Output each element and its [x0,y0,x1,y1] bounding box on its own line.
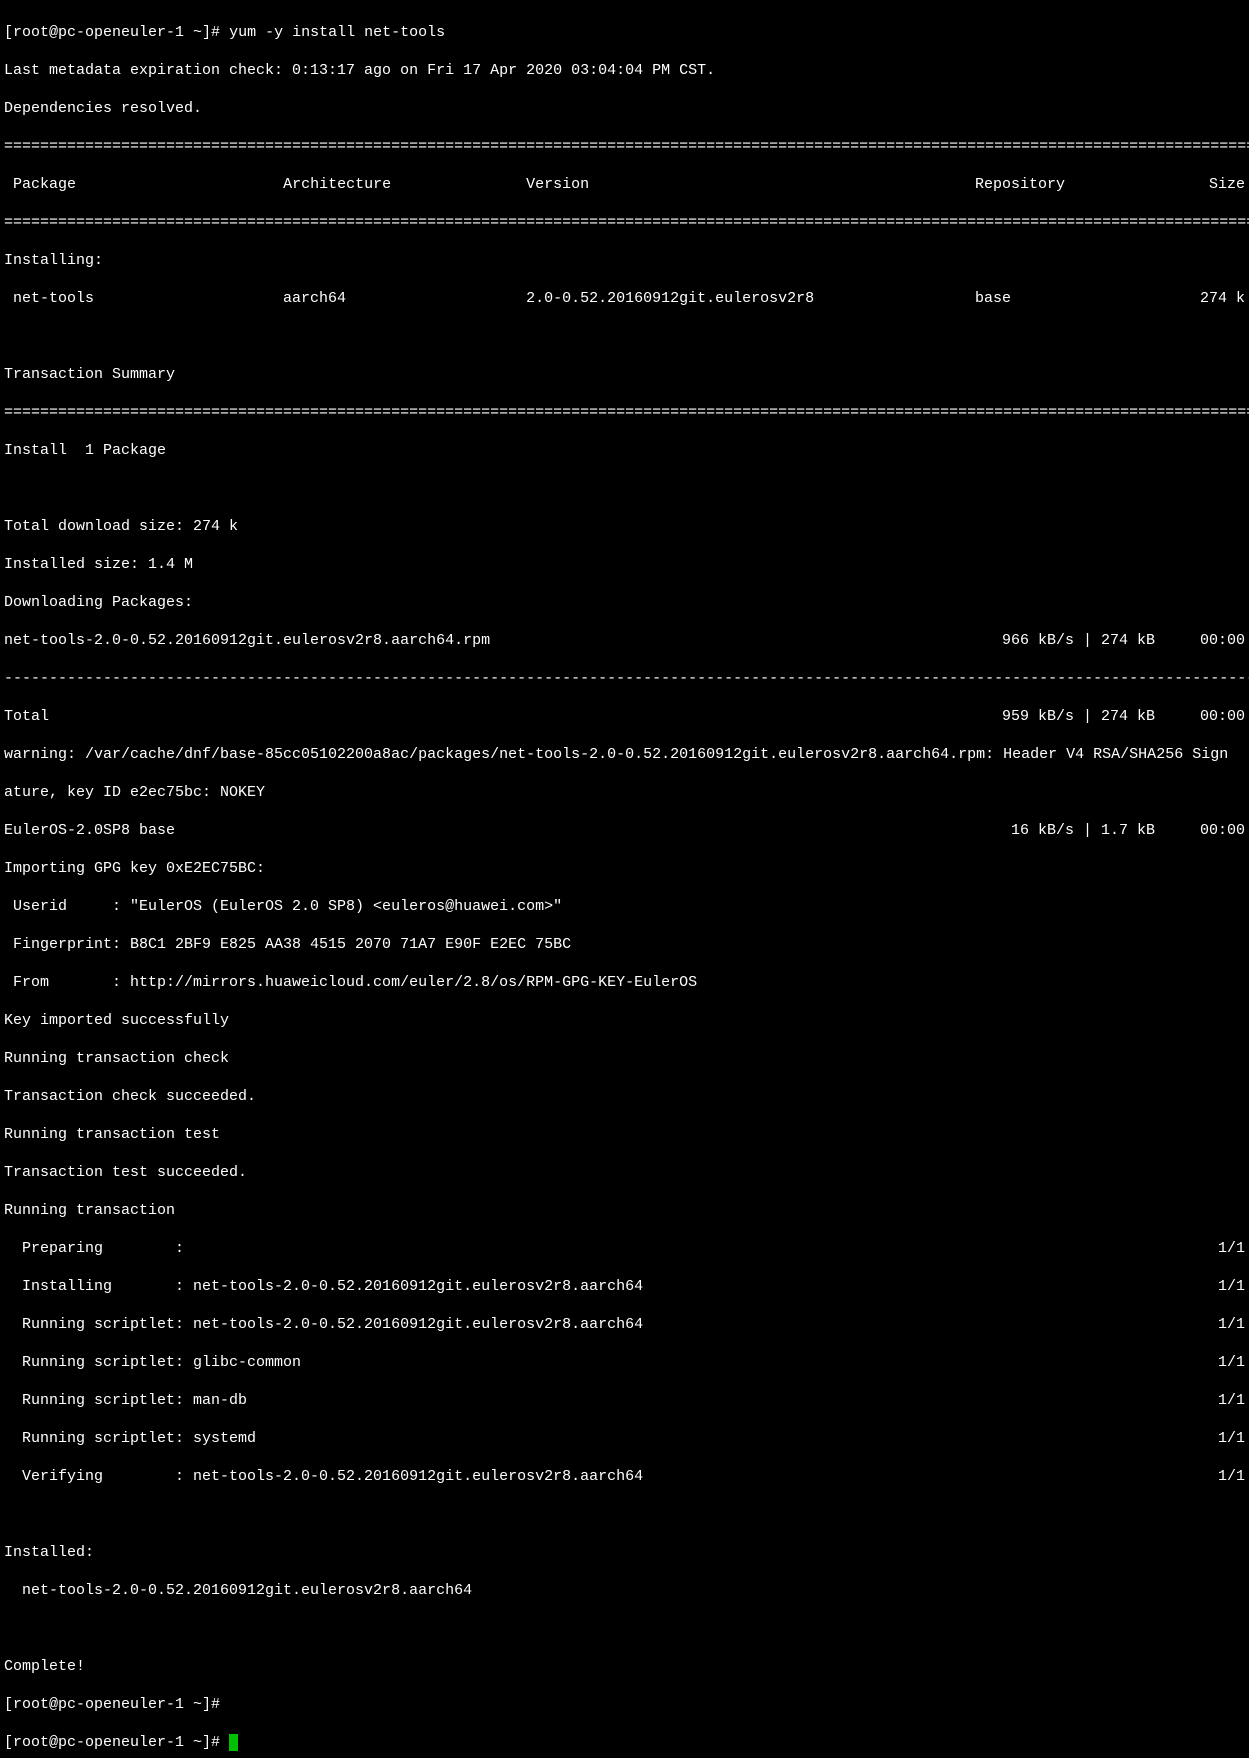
step-row: Running scriptlet: man-db 1/1 [4,1391,1245,1410]
installing-heading: Installing: [4,251,1245,270]
step-left: Preparing : [4,1239,184,1258]
pkg-repo: base [975,290,1011,307]
rule-dash: ----------------------------------------… [4,669,1245,688]
total-stats: 959 kB/s | 274 kB 00:00 [1002,707,1245,726]
col-arch: Architecture [283,176,391,193]
rule: ========================================… [4,137,1245,156]
col-repo: Repository [975,176,1065,193]
col-package: Package [4,176,76,193]
txn-check-ok: Transaction check succeeded. [4,1087,1245,1106]
installed-size: Installed size: 1.4 M [4,555,1245,574]
table-header: Package Architecture Version Repository S… [4,175,1245,194]
shell-prompt: [root@pc-openeuler-1 ~]# [4,1696,220,1713]
total-label: Total [4,707,49,726]
step-right: 1/1 [1218,1277,1245,1296]
step-row: Verifying : net-tools-2.0-0.52.20160912g… [4,1467,1245,1486]
gpg-userid: Userid : "EulerOS (EulerOS 2.0 SP8) <eul… [4,897,1245,916]
step-right: 1/1 [1218,1315,1245,1334]
installed-pkg: net-tools-2.0-0.52.20160912git.eulerosv2… [4,1581,1245,1600]
shell-prompt: [root@pc-openeuler-1 ~]# [4,1734,220,1751]
install-count: Install 1 Package [4,441,1245,460]
rule: ========================================… [4,403,1245,422]
repo-line: EulerOS-2.0SP8 base 16 kB/s | 1.7 kB 00:… [4,821,1245,840]
step-right: 1/1 [1218,1239,1245,1258]
step-right: 1/1 [1218,1353,1245,1372]
step-right: 1/1 [1218,1429,1245,1448]
step-row: Running scriptlet: net-tools-2.0-0.52.20… [4,1315,1245,1334]
col-version: Version [526,176,589,193]
warning-line-2: ature, key ID e2ec75bc: NOKEY [4,783,1245,802]
metadata-line: Last metadata expiration check: 0:13:17 … [4,61,1245,80]
step-row: Installing : net-tools-2.0-0.52.20160912… [4,1277,1245,1296]
step-right: 1/1 [1218,1467,1245,1486]
blank-line [4,1505,1245,1524]
gpg-from: From : http://mirrors.huaweicloud.com/eu… [4,973,1245,992]
step-left: Verifying : net-tools-2.0-0.52.20160912g… [4,1467,643,1486]
step-left: Running scriptlet: man-db [4,1391,247,1410]
dl-stats: 966 kB/s | 274 kB 00:00 [1002,631,1245,650]
blank-line [4,1619,1245,1638]
txn-test-ok: Transaction test succeeded. [4,1163,1245,1182]
step-right: 1/1 [1218,1391,1245,1410]
step-left: Running scriptlet: net-tools-2.0-0.52.20… [4,1315,643,1334]
prompt-line-active[interactable]: [root@pc-openeuler-1 ~]# [4,1733,1245,1752]
download-size: Total download size: 274 k [4,517,1245,536]
gpg-fingerprint: Fingerprint: B8C1 2BF9 E825 AA38 4515 20… [4,935,1245,954]
rule: ========================================… [4,213,1245,232]
pkg-size: 274 k [1200,290,1245,307]
txn-run: Running transaction [4,1201,1245,1220]
blank-line [4,479,1245,498]
step-row: Running scriptlet: systemd 1/1 [4,1429,1245,1448]
installed-heading: Installed: [4,1543,1245,1562]
download-line: net-tools-2.0-0.52.20160912git.eulerosv2… [4,631,1245,650]
key-imported: Key imported successfully [4,1011,1245,1030]
gpg-heading: Importing GPG key 0xE2EC75BC: [4,859,1245,878]
txn-check: Running transaction check [4,1049,1245,1068]
pkg-arch: aarch64 [283,290,346,307]
col-size: Size [1209,176,1245,193]
step-left: Running scriptlet: systemd [4,1429,256,1448]
txn-test: Running transaction test [4,1125,1245,1144]
dl-file: net-tools-2.0-0.52.20160912git.eulerosv2… [4,631,490,650]
step-left: Running scriptlet: glibc-common [4,1353,301,1372]
repo-name: EulerOS-2.0SP8 base [4,821,175,840]
cursor [229,1734,238,1751]
terminal-output[interactable]: [root@pc-openeuler-1 ~]# yum -y install … [0,0,1249,1758]
package-row: net-tools aarch64 2.0-0.52.20160912git.e… [4,289,1245,308]
total-line: Total 959 kB/s | 274 kB 00:00 [4,707,1245,726]
pkg-version: 2.0-0.52.20160912git.eulerosv2r8 [526,290,814,307]
step-row: Preparing : 1/1 [4,1239,1245,1258]
step-left: Installing : net-tools-2.0-0.52.20160912… [4,1277,643,1296]
pkg-name: net-tools [4,290,94,307]
txn-summary: Transaction Summary [4,365,1245,384]
blank-line [4,327,1245,346]
deps-resolved: Dependencies resolved. [4,99,1245,118]
command-text: yum -y install net-tools [229,24,445,41]
complete: Complete! [4,1657,1245,1676]
prompt-line: [root@pc-openeuler-1 ~]# yum -y install … [4,23,1245,42]
repo-stats: 16 kB/s | 1.7 kB 00:00 [1002,821,1245,840]
shell-prompt: [root@pc-openeuler-1 ~]# [4,24,220,41]
warning-line-1: warning: /var/cache/dnf/base-85cc0510220… [4,745,1245,764]
step-row: Running scriptlet: glibc-common 1/1 [4,1353,1245,1372]
downloading-heading: Downloading Packages: [4,593,1245,612]
prompt-line: [root@pc-openeuler-1 ~]# [4,1695,1245,1714]
